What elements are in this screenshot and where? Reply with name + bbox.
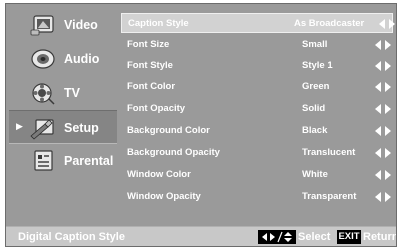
setting-label: Window Color	[127, 169, 191, 180]
sidebar-item-label: Video	[64, 18, 98, 32]
setting-label: Background Opacity	[127, 147, 220, 158]
caption-style-row[interactable]: Caption Style As Broadcaster	[121, 13, 395, 33]
left-right-arrows-icon[interactable]	[375, 40, 391, 50]
font-opacity-row[interactable]: Font Opacity Solid	[121, 99, 393, 119]
caption-settings-list: Caption Style As Broadcaster Font Size S…	[121, 13, 395, 210]
left-right-arrows-icon[interactable]	[375, 192, 391, 202]
setting-value: Small	[302, 39, 328, 50]
setting-label: Font Style	[127, 60, 173, 71]
font-style-row[interactable]: Font Style Style 1	[121, 56, 393, 76]
setting-label: Window Opacity	[127, 191, 201, 202]
setting-value: White	[302, 169, 328, 180]
setting-value: Solid	[302, 103, 326, 114]
exit-key[interactable]: EXIT	[337, 230, 361, 244]
audio-icon	[31, 49, 55, 69]
tv-icon	[32, 83, 55, 105]
background-color-row[interactable]: Background Color Black	[121, 121, 393, 141]
setting-value: Style 1	[302, 60, 333, 71]
setting-label: Font Size	[127, 39, 170, 50]
setting-label: Caption Style	[128, 18, 189, 29]
left-right-arrows-icon[interactable]	[375, 104, 391, 114]
page-title: Digital Caption Style	[18, 231, 125, 243]
left-right-arrows-icon[interactable]	[379, 19, 395, 29]
setting-value: Black	[302, 125, 328, 136]
video-icon	[30, 15, 54, 36]
sidebar-item-setup[interactable]: ▶ Setup	[9, 110, 117, 144]
sidebar-item-label: Parental	[64, 154, 114, 168]
left-right-arrows-icon[interactable]	[375, 170, 391, 180]
background-opacity-row[interactable]: Background Opacity Translucent	[121, 143, 393, 163]
setting-label: Font Color	[127, 81, 176, 92]
parental-icon	[34, 150, 53, 171]
setting-value: Translucent	[302, 147, 356, 158]
sidebar-item-audio[interactable]: Audio	[9, 42, 117, 76]
left-right-arrows-icon[interactable]	[375, 126, 391, 136]
setup-icon	[30, 119, 54, 140]
setting-label: Background Color	[127, 125, 210, 136]
left-right-arrows-icon[interactable]	[375, 148, 391, 158]
left-right-arrows-icon[interactable]	[375, 82, 391, 92]
sidebar-item-label: Audio	[64, 52, 100, 66]
window-opacity-row[interactable]: Window Opacity Transparent	[121, 187, 393, 207]
sidebar-item-tv[interactable]: TV	[9, 76, 117, 110]
setting-label: Font Opacity	[127, 103, 186, 114]
sidebar-item-label: Setup	[64, 121, 99, 135]
window-color-row[interactable]: Window Color White	[121, 165, 393, 185]
setting-value: As Broadcaster	[294, 18, 365, 29]
setting-value: Green	[302, 81, 330, 92]
sidebar-item-parental[interactable]: Parental	[9, 144, 117, 178]
caption-style-menu-screen: Video Audio TV ▶ Setup Parental Caption …	[5, 3, 397, 247]
main-menu-sidebar: Video Audio TV ▶ Setup Parental	[9, 8, 117, 216]
select-hint: Select	[298, 231, 331, 243]
font-color-row[interactable]: Font Color Green	[121, 77, 393, 97]
sidebar-item-label: TV	[64, 86, 80, 100]
left-right-arrows-icon[interactable]	[375, 61, 391, 71]
setting-value: Transparent	[302, 191, 357, 202]
selected-arrow-icon: ▶	[16, 121, 23, 131]
status-bar: Digital Caption Style Select EXIT Return	[6, 226, 397, 246]
navigation-arrows-icon	[258, 230, 296, 244]
return-hint: Return	[363, 231, 397, 243]
sidebar-item-video[interactable]: Video	[9, 8, 117, 42]
font-size-row[interactable]: Font Size Small	[121, 35, 393, 55]
